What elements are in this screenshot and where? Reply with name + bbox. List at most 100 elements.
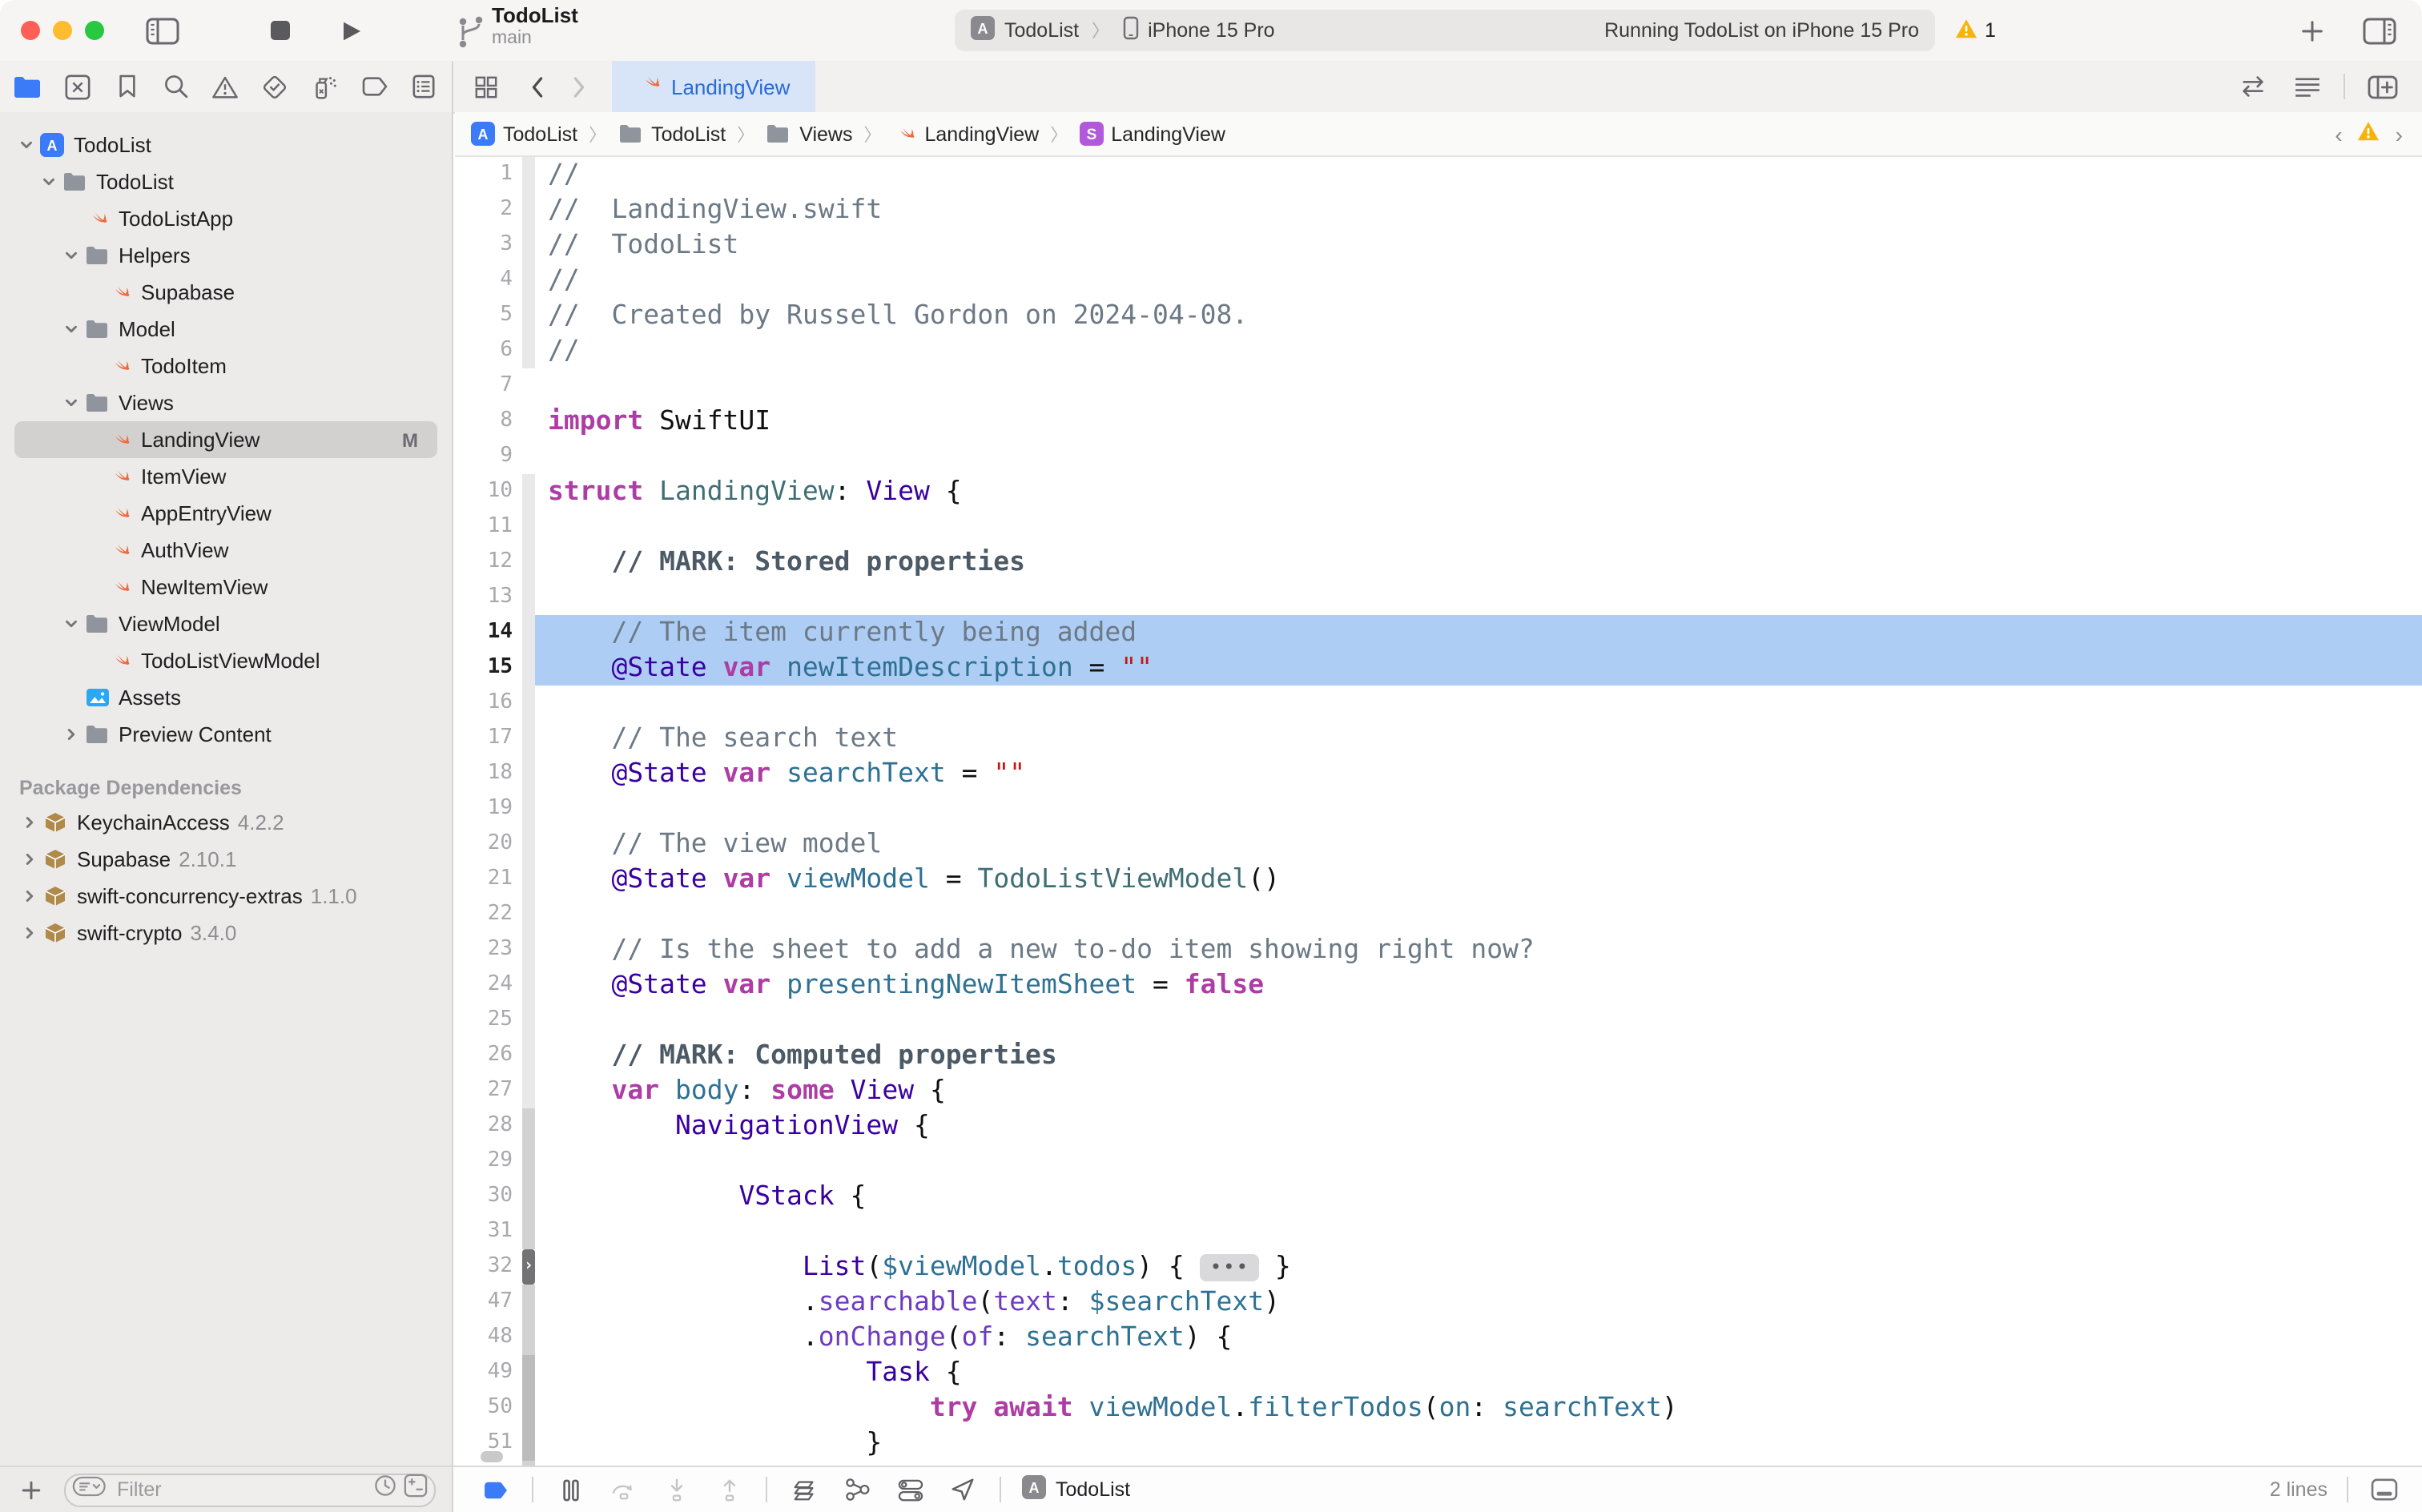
code-text[interactable]: // xyxy=(535,157,2422,192)
line-number[interactable]: 24 xyxy=(455,967,522,1003)
navigator-tab-breakpoints-icon[interactable] xyxy=(353,66,395,107)
file-tree-item[interactable]: LandingViewM xyxy=(14,421,437,458)
file-tree-item[interactable]: ATodoList xyxy=(0,127,452,163)
toggle-navigator-icon[interactable] xyxy=(141,10,183,51)
fold-ribbon[interactable] xyxy=(522,650,535,686)
code-text[interactable] xyxy=(535,439,2422,474)
line-number[interactable]: 21 xyxy=(455,862,522,897)
package-item[interactable]: swift-concurrency-extras1.1.0 xyxy=(0,878,452,915)
line-number[interactable]: 14 xyxy=(455,615,522,650)
editor-options-icon[interactable] xyxy=(2289,66,2324,107)
code-text[interactable] xyxy=(535,368,2422,404)
fold-ribbon[interactable] xyxy=(522,1426,535,1461)
fold-ribbon[interactable] xyxy=(522,862,535,897)
issue-warning-icon[interactable] xyxy=(2357,120,2381,147)
file-tree-item[interactable]: TodoItem xyxy=(0,348,452,384)
navigator-tab-bookmarks-icon[interactable] xyxy=(106,66,147,107)
fold-ribbon[interactable] xyxy=(522,686,535,721)
related-items-icon[interactable] xyxy=(468,66,503,107)
jumpbar-item[interactable]: Views xyxy=(766,123,852,145)
file-tree-item[interactable]: Views xyxy=(0,384,452,421)
fold-ribbon[interactable] xyxy=(522,826,535,862)
close-window-button[interactable] xyxy=(21,21,40,40)
chevron-right-icon[interactable] xyxy=(19,887,38,905)
code-text[interactable]: // MARK: Stored properties xyxy=(535,545,2422,580)
line-number[interactable]: 27 xyxy=(455,1073,522,1108)
code-text[interactable]: VStack { xyxy=(535,1179,2422,1214)
package-item[interactable]: Supabase2.10.1 xyxy=(0,841,452,878)
previous-issue-icon[interactable]: ‹ xyxy=(2335,121,2342,147)
line-number[interactable]: 50 xyxy=(455,1390,522,1426)
warning-counter[interactable]: 1 xyxy=(1954,17,1996,44)
code-text[interactable]: Task { xyxy=(535,1355,2422,1390)
code-text[interactable]: .searchable(text: $searchText) xyxy=(535,1285,2422,1320)
filter-field[interactable]: Filter xyxy=(64,1473,436,1506)
fold-ribbon[interactable] xyxy=(522,1285,535,1320)
line-number[interactable]: 7 xyxy=(455,368,522,404)
run-button[interactable] xyxy=(330,10,372,51)
file-tree-item[interactable]: Supabase xyxy=(0,274,452,311)
folded-code-chip[interactable]: ••• xyxy=(1201,1254,1259,1281)
recents-clock-icon[interactable] xyxy=(373,1474,397,1506)
fold-ribbon[interactable] xyxy=(522,545,535,580)
code-text[interactable]: NavigationView { xyxy=(535,1108,2422,1144)
simulate-location-icon[interactable] xyxy=(947,1474,979,1506)
code-text[interactable]: // The view model xyxy=(535,826,2422,862)
chevron-down-icon[interactable] xyxy=(61,320,80,338)
navigator-tab-debug-icon[interactable] xyxy=(304,66,345,107)
code-text[interactable]: struct LandingView: View { xyxy=(535,474,2422,509)
code-text[interactable]: // xyxy=(535,333,2422,368)
line-number[interactable]: 13 xyxy=(455,580,522,615)
code-text[interactable]: import SwiftUI xyxy=(535,404,2422,439)
navigator-tab-find-icon[interactable] xyxy=(155,66,197,107)
code-fold-disclosure-icon[interactable]: › xyxy=(522,1249,535,1285)
code-text[interactable] xyxy=(535,580,2422,615)
line-number[interactable]: 15 xyxy=(455,650,522,686)
chevron-right-icon[interactable] xyxy=(61,726,80,743)
line-number[interactable]: 9 xyxy=(455,439,522,474)
forward-button[interactable] xyxy=(561,66,596,107)
code-text[interactable]: // LandingView.swift xyxy=(535,192,2422,227)
line-number[interactable]: 17 xyxy=(455,721,522,756)
tab-landingview[interactable]: LandingView xyxy=(612,61,815,112)
line-number[interactable]: 2 xyxy=(455,192,522,227)
file-tree-item[interactable]: Model xyxy=(0,311,452,348)
package-item[interactable]: swift-crypto3.4.0 xyxy=(0,915,452,951)
view-hierarchy-icon[interactable] xyxy=(788,1474,820,1506)
minimize-window-button[interactable] xyxy=(53,21,72,40)
file-tree-item[interactable]: Assets xyxy=(0,679,452,716)
fold-ribbon[interactable] xyxy=(522,1355,535,1390)
fold-ribbon[interactable] xyxy=(522,439,535,474)
chevron-right-icon[interactable] xyxy=(19,850,38,868)
line-number[interactable]: 49 xyxy=(455,1355,522,1390)
flags-filter-icon[interactable] xyxy=(404,1474,428,1506)
add-editor-icon[interactable] xyxy=(2364,66,2400,107)
code-text[interactable]: var body: some View { xyxy=(535,1073,2422,1108)
code-text[interactable]: } xyxy=(535,1426,2422,1461)
fold-ribbon[interactable] xyxy=(522,1038,535,1073)
scheme-status-bar[interactable]: A TodoList 〉 iPhone 15 Pro Running TodoL… xyxy=(955,10,1935,51)
jumpbar-item[interactable]: ATodoList xyxy=(471,122,577,146)
fold-ribbon[interactable] xyxy=(522,1144,535,1179)
chevron-down-icon[interactable] xyxy=(61,247,80,264)
file-tree-item[interactable]: AppEntryView xyxy=(0,495,452,532)
fold-ribbon[interactable] xyxy=(522,333,535,368)
jumpbar-item[interactable]: TodoList xyxy=(618,123,726,145)
line-number[interactable]: 6 xyxy=(455,333,522,368)
code-review-icon[interactable] xyxy=(2235,66,2270,107)
fold-ribbon[interactable] xyxy=(522,897,535,932)
fold-ribbon[interactable] xyxy=(522,298,535,333)
code-text[interactable]: .onChange(of: searchText) { xyxy=(535,1320,2422,1355)
horizontal-scrollbar-thumb[interactable] xyxy=(481,1451,503,1462)
back-button[interactable] xyxy=(519,66,554,107)
code-text[interactable] xyxy=(535,791,2422,826)
line-number[interactable]: 22 xyxy=(455,897,522,932)
line-number[interactable]: 28 xyxy=(455,1108,522,1144)
code-text[interactable]: // TodoList xyxy=(535,227,2422,263)
line-number[interactable]: 16 xyxy=(455,686,522,721)
chevron-right-icon[interactable] xyxy=(19,924,38,942)
fold-ribbon[interactable] xyxy=(522,967,535,1003)
file-tree-item[interactable]: NewItemView xyxy=(0,569,452,605)
code-text[interactable]: // MARK: Computed properties xyxy=(535,1038,2422,1073)
code-text[interactable] xyxy=(535,1003,2422,1038)
